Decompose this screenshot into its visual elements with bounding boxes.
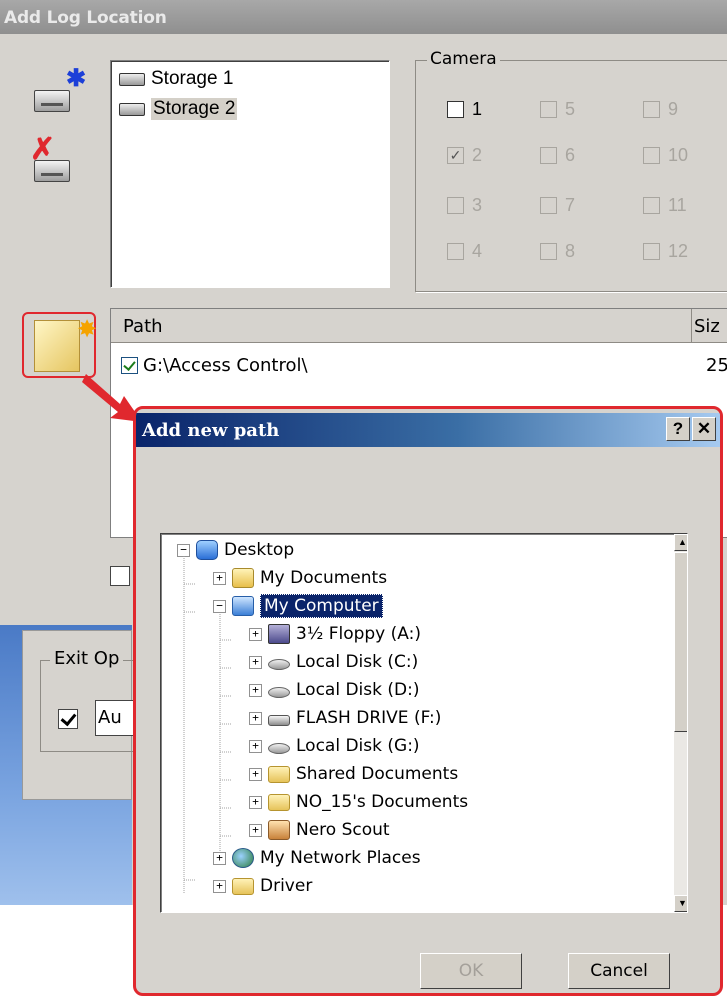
checkbox-box [540,100,557,118]
help-button[interactable]: ? [666,417,690,441]
camera-label: 6 [565,144,576,165]
camera-label: 7 [565,194,576,215]
ok-button[interactable]: OK [420,953,522,989]
storage-item[interactable]: Storage 2 [119,96,238,122]
checkbox-box [447,196,464,214]
camera-label: 10 [668,144,689,165]
column-header-size[interactable]: Siz [694,316,720,337]
exit-options-legend: Exit Op [50,648,124,669]
tree-scrollbar[interactable]: ▲ ▼ [674,534,687,912]
dialog-title: Add new path [142,420,280,441]
size-value: 25 [706,355,727,376]
dialog-titlebar: Add new path ? ✕ [136,413,720,447]
checkbox-box [643,242,660,260]
camera-checkbox[interactable]: 9 [643,98,678,120]
camera-label: 1 [472,98,483,119]
cancel-button[interactable]: Cancel [568,953,670,989]
camera-label: 11 [668,194,687,215]
camera-checkbox[interactable]: 8 [540,240,575,262]
add-path-button[interactable]: ✸ [22,312,97,378]
scroll-thumb[interactable] [674,552,687,732]
storage-list[interactable]: Storage 1 Storage 2 [110,60,390,288]
checkbox-box [643,196,660,214]
exit-option-checkbox[interactable] [58,709,78,729]
camera-legend: Camera [427,49,500,69]
tree-lines [183,556,231,894]
checkbox-box [540,146,557,164]
storage-item[interactable]: Storage 1 [119,66,233,92]
checkbox-box [643,146,660,164]
camera-label: 12 [668,240,689,261]
checkbox-box [540,196,557,214]
camera-label: 3 [472,194,483,215]
path-value: G:\Access Control\ [143,355,308,376]
camera-label: 4 [472,240,483,261]
drive-icon [119,72,145,86]
add-storage-button[interactable]: ✱ [30,65,90,118]
camera-checkbox[interactable]: 12 [643,240,688,262]
camera-checkbox[interactable]: 11 [643,194,687,216]
camera-label: 9 [668,98,679,119]
camera-checkbox[interactable]: 4 [447,240,482,262]
remove-storage-button[interactable]: ✗ [24,133,90,188]
column-divider[interactable] [691,309,692,343]
camera-checkbox[interactable]: 5 [540,98,575,120]
scroll-down-button[interactable]: ▼ [674,895,687,912]
option-checkbox[interactable] [110,566,130,586]
scroll-up-button[interactable]: ▲ [674,534,687,551]
drive-icon [34,90,70,112]
checkbox-box [643,100,660,118]
checkbox-box [447,242,464,260]
camera-label: 5 [565,98,576,119]
camera-label: 2 [472,144,483,165]
storage-label: Storage 1 [151,68,234,89]
sparkle-icon: ✸ [77,316,98,343]
checkbox-box [540,242,557,260]
camera-checkbox[interactable]: 10 [643,144,688,166]
add-new-path-dialog: Add new path ? ✕ − Desktop + My Documents − M… [133,406,723,996]
storage-label: Storage 2 [151,98,238,120]
camera-label: 8 [565,240,576,261]
camera-checkbox[interactable]: 3 [447,194,482,216]
drive-icon [34,160,70,182]
window-titlebar: Add Log Location [0,0,727,34]
camera-checkbox[interactable]: ✓ 2 [447,144,482,166]
checkbox-box: ✓ [447,146,464,164]
camera-checkbox[interactable]: 1 [447,98,482,120]
camera-checkbox[interactable]: 7 [540,194,575,216]
camera-checkbox[interactable]: 6 [540,144,575,166]
add-star-icon: ✱ [66,65,87,92]
window-title: Add Log Location [4,8,167,28]
blank-area [0,905,140,998]
close-button[interactable]: ✕ [692,417,716,441]
checkbox-box [447,100,464,118]
folder-tree[interactable]: − Desktop + My Documents − My Computer +3½ Flo… [160,533,688,913]
column-header-path[interactable]: Path [123,316,163,337]
path-table-header: Path Siz [111,309,727,343]
drive-icon [119,102,145,116]
new-folder-icon: ✸ [34,316,97,372]
